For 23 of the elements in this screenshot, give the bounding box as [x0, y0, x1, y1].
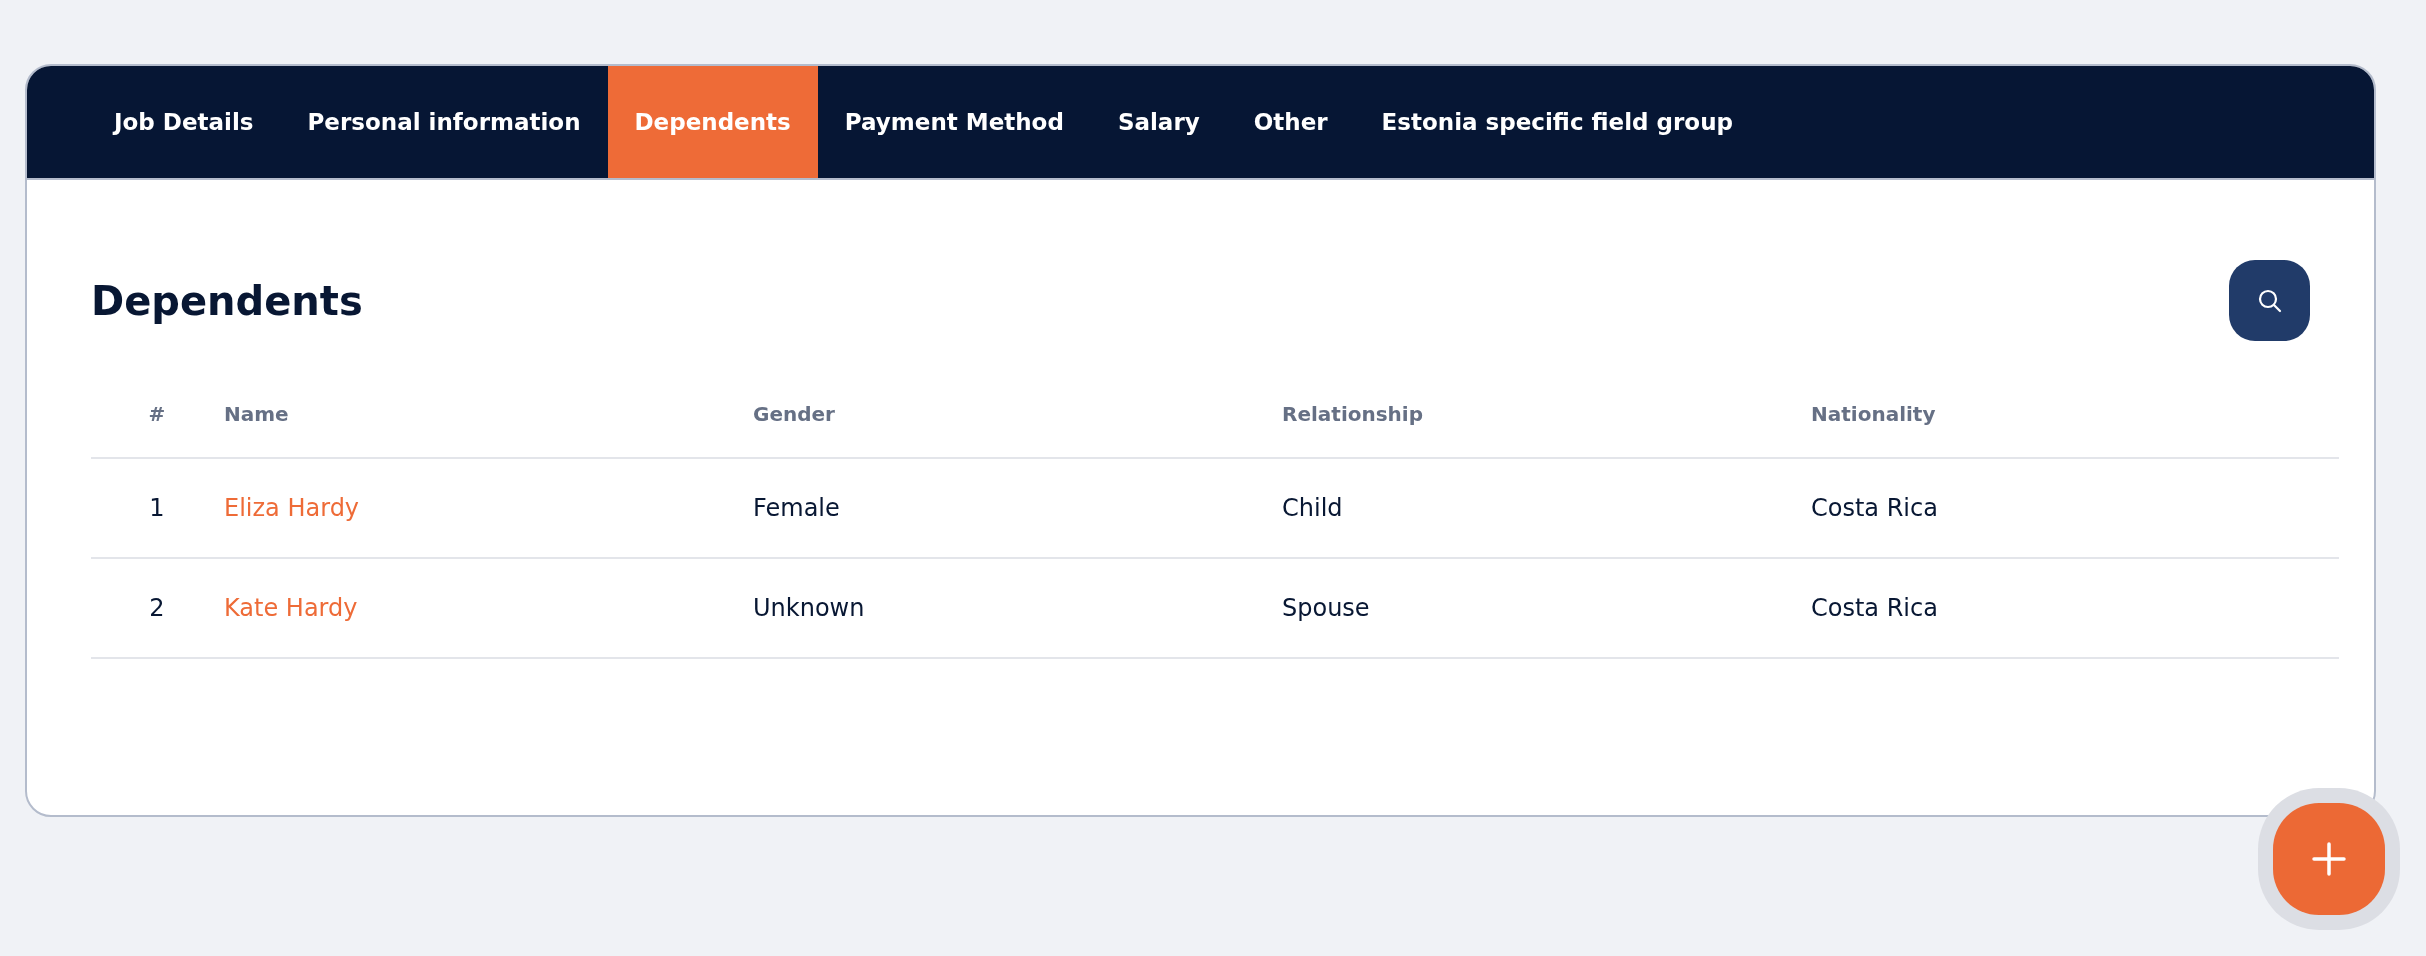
table-cell: Child: [1282, 494, 1343, 522]
column-header: Name: [224, 402, 289, 426]
tab[interactable]: Personal information: [280, 66, 608, 178]
table-cell: 2: [149, 594, 165, 622]
table-cell: Costa Rica: [1811, 594, 1938, 622]
table-cell: Female: [753, 494, 840, 522]
plus-icon: [2312, 842, 2346, 876]
search-icon: [2256, 287, 2283, 314]
table-cell: 1: [149, 494, 165, 522]
tab[interactable]: Salary: [1090, 66, 1227, 178]
table-cell: Unknown: [753, 594, 865, 622]
column-header: Relationship: [1282, 402, 1424, 426]
column-header: Gender: [753, 402, 835, 426]
table-cell: Costa Rica: [1811, 494, 1938, 522]
tab[interactable]: Job Details: [87, 66, 281, 178]
search-button[interactable]: [2229, 260, 2310, 341]
table-cell: Spouse: [1282, 594, 1370, 622]
section-title: Dependents: [91, 277, 363, 324]
tab[interactable]: Other: [1226, 66, 1355, 178]
column-header: #: [148, 402, 166, 426]
tab[interactable]: Estonia specific field group: [1354, 66, 1760, 178]
tab[interactable]: Payment Method: [817, 66, 1091, 178]
column-header: Nationality: [1811, 402, 1936, 426]
